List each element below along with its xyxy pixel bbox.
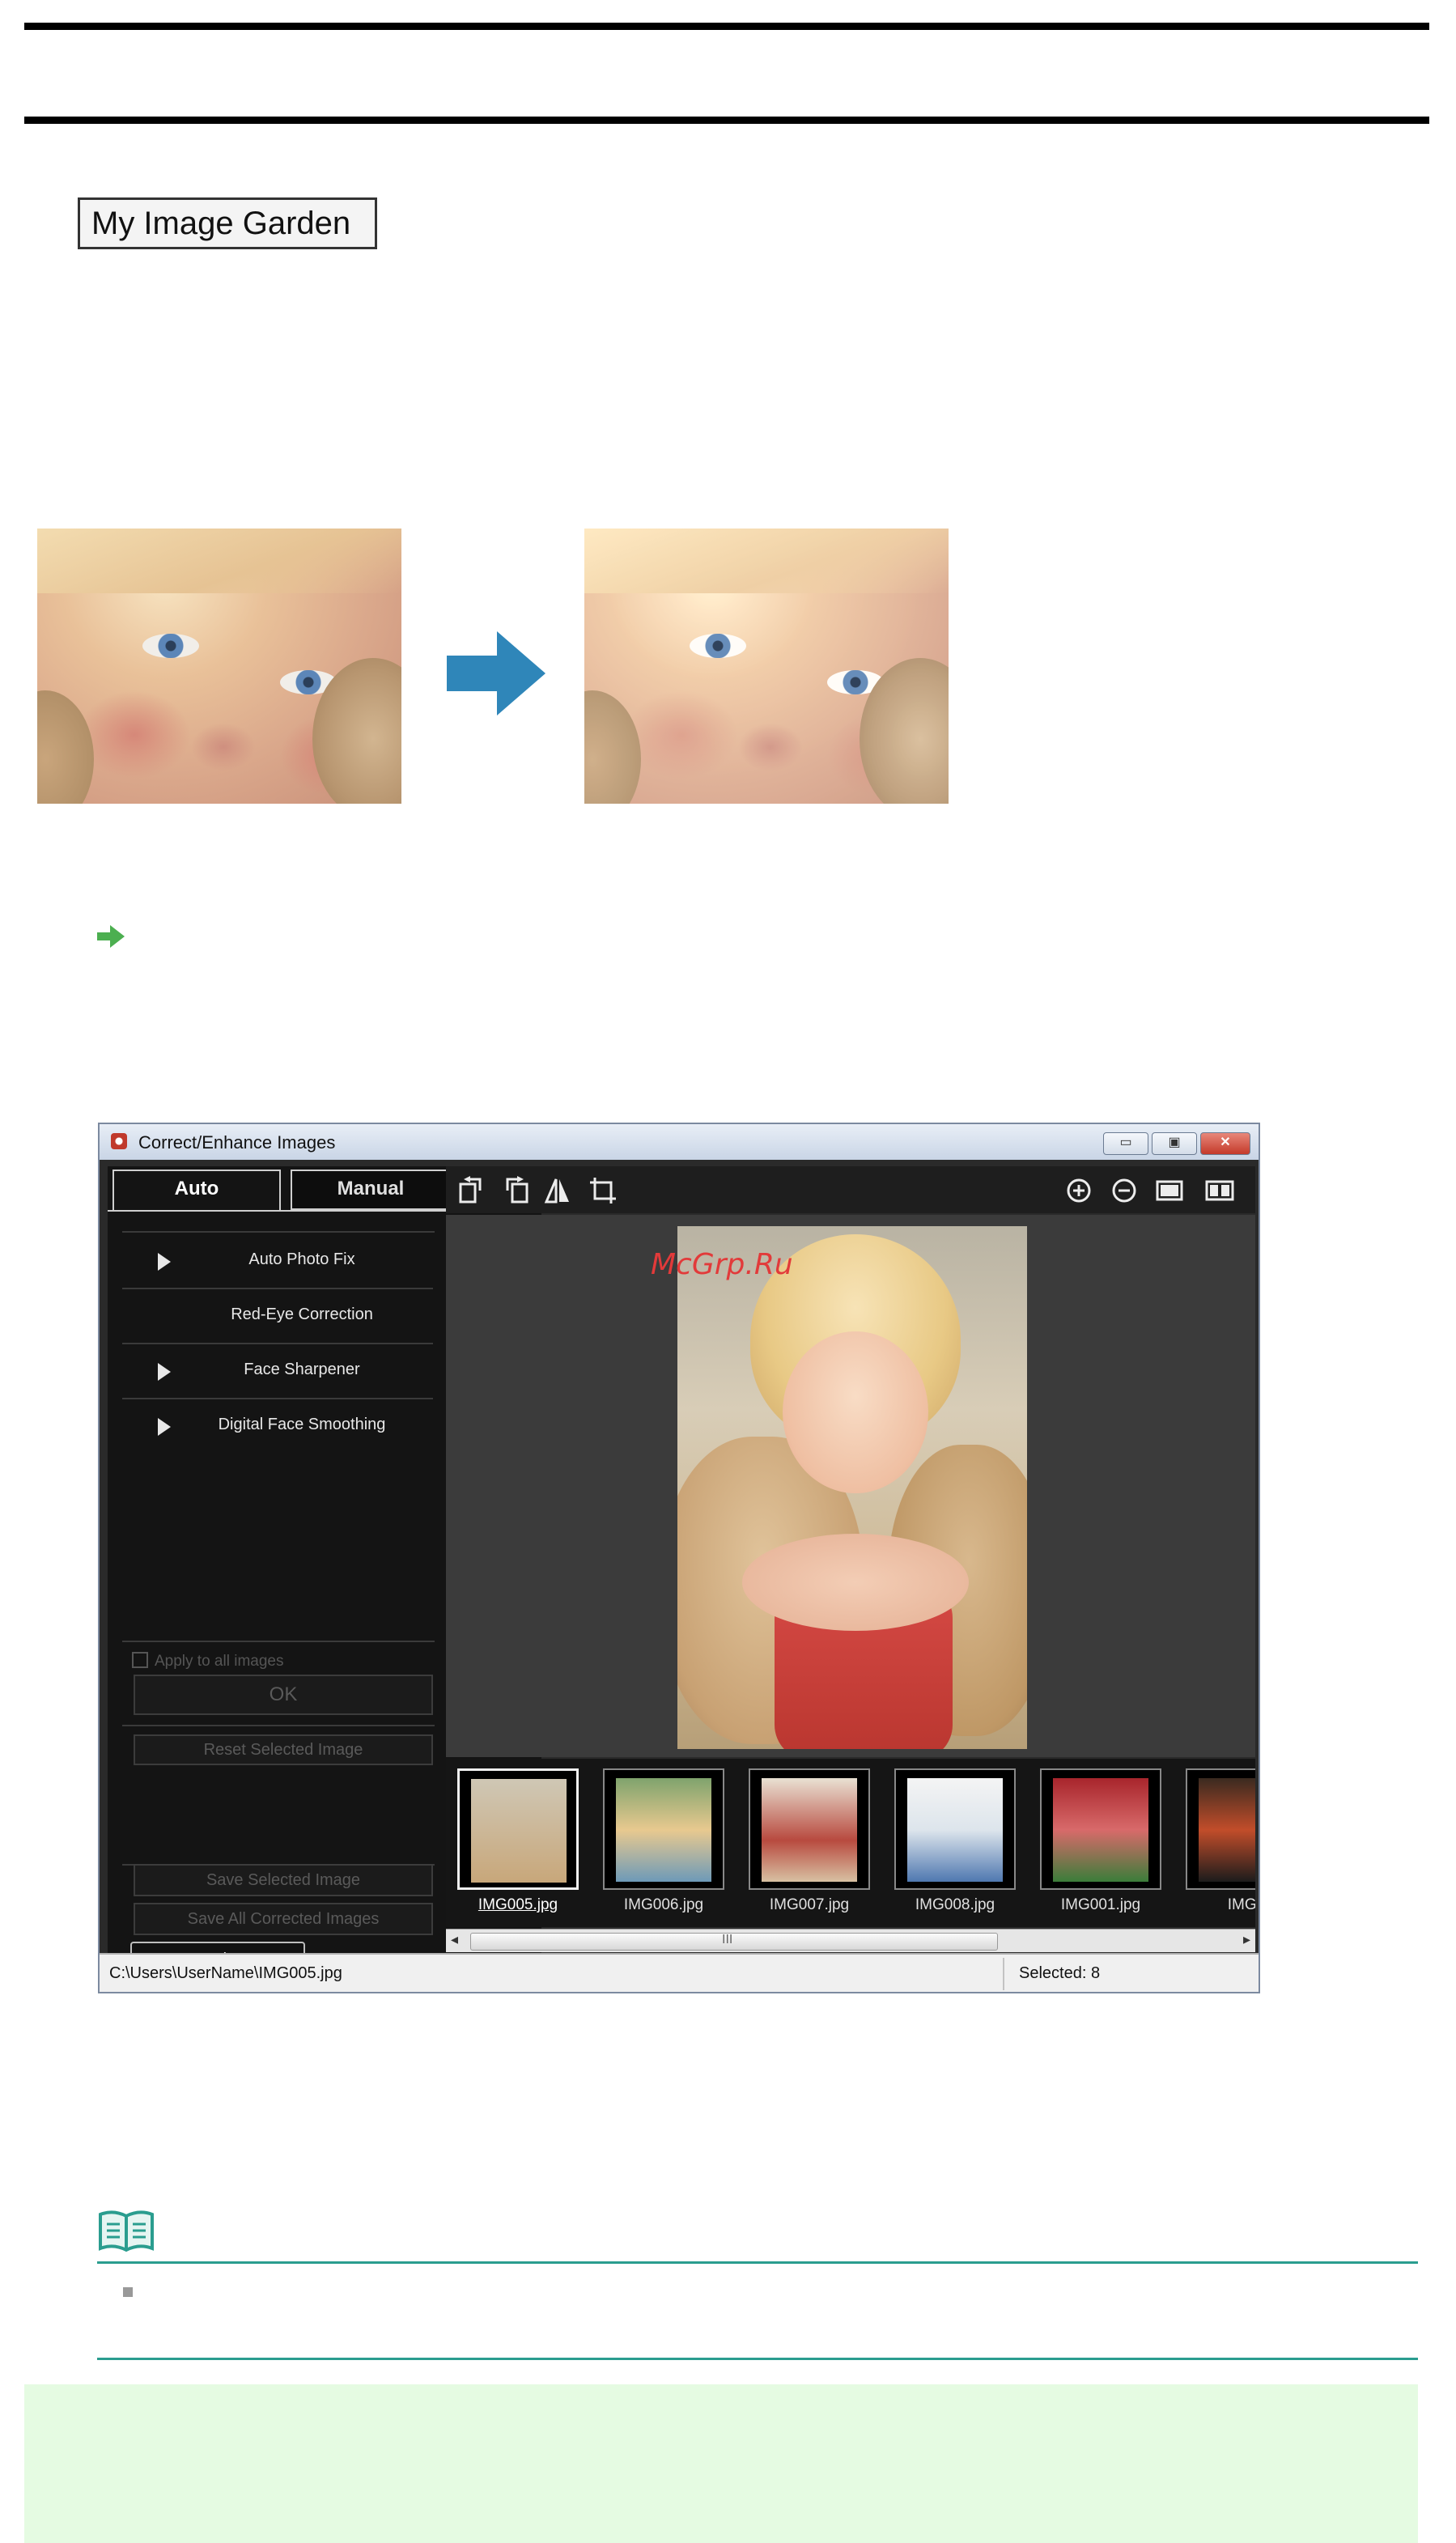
- save-all-corrected-images-button[interactable]: Save All Corrected Images: [134, 1903, 433, 1935]
- horizontal-scrollbar[interactable]: ◂ III ▸: [446, 1929, 1255, 1952]
- apply-to-all-checkbox[interactable]: Apply to all images: [132, 1652, 283, 1671]
- thumbnail[interactable]: [1040, 1768, 1161, 1890]
- note-bottom-rule: [97, 2358, 1418, 2360]
- thumbnail[interactable]: [603, 1768, 724, 1890]
- product-badge: My Image Garden: [78, 197, 377, 249]
- status-bar: C:\Users\UserName\IMG005.jpg Selected: 8: [100, 1953, 1259, 1992]
- tab-manual[interactable]: Manual: [291, 1170, 451, 1210]
- thumbnail[interactable]: [749, 1768, 870, 1890]
- fit-screen-icon[interactable]: [1155, 1176, 1184, 1205]
- minimize-button[interactable]: ▭: [1103, 1132, 1148, 1155]
- header-rule: [24, 117, 1429, 124]
- rotate-left-icon[interactable]: [457, 1176, 486, 1205]
- reset-selected-image-button[interactable]: Reset Selected Image: [134, 1734, 433, 1765]
- compare-view-icon[interactable]: [1205, 1176, 1234, 1205]
- image-toolbar: [446, 1166, 1255, 1213]
- rotate-right-icon[interactable]: [501, 1176, 530, 1205]
- thumbnail-label: IMG001.jpg: [1060, 1896, 1141, 1913]
- expand-arrow-icon[interactable]: [158, 1253, 171, 1271]
- thumbnail-label: IMG007.jpg: [769, 1896, 850, 1913]
- red-eye-correction-item[interactable]: Red-Eye Correction: [122, 1289, 433, 1344]
- bullet-icon: [123, 2287, 133, 2297]
- close-button[interactable]: ✕: [1200, 1132, 1250, 1155]
- scroll-left-icon[interactable]: ◂: [451, 1931, 458, 1948]
- top-rule: [24, 23, 1429, 30]
- expand-arrow-icon[interactable]: [158, 1363, 171, 1381]
- crop-icon[interactable]: [588, 1176, 618, 1205]
- scroll-right-icon[interactable]: ▸: [1243, 1931, 1250, 1948]
- thumbnail[interactable]: [894, 1768, 1016, 1890]
- face-sharpener-item[interactable]: Face Sharpener: [122, 1344, 433, 1399]
- zoom-out-icon[interactable]: [1110, 1176, 1139, 1205]
- note-top-rule: [97, 2261, 1418, 2264]
- tip-box: [24, 2384, 1418, 2543]
- tab-auto[interactable]: Auto: [112, 1170, 281, 1210]
- after-photo: [584, 529, 949, 804]
- file-path: C:\Users\UserName\IMG005.jpg: [109, 1964, 342, 1982]
- thumbnail-label: IMG006.jpg: [623, 1896, 704, 1913]
- preview-photo: [677, 1226, 1027, 1749]
- thumbnail[interactable]: [457, 1768, 579, 1890]
- ok-button[interactable]: OK: [134, 1675, 433, 1715]
- image-preview[interactable]: [446, 1215, 1255, 1757]
- thumbnail-label: IMG0: [1227, 1896, 1255, 1913]
- expand-arrow-icon[interactable]: [158, 1418, 171, 1436]
- scrollbar-thumb[interactable]: III: [470, 1933, 998, 1951]
- thumbnail[interactable]: [1186, 1768, 1255, 1890]
- link-arrow-icon[interactable]: [97, 925, 125, 948]
- save-selected-image-button[interactable]: Save Selected Image: [134, 1864, 433, 1896]
- thumbnail-label: IMG005.jpg: [478, 1896, 558, 1913]
- selected-count: Selected: 8: [1019, 1964, 1101, 1982]
- maximize-button[interactable]: ▣: [1152, 1132, 1197, 1155]
- window-title: Correct/Enhance Images: [138, 1132, 336, 1153]
- note-book-icon: [99, 2210, 154, 2252]
- app-icon: [111, 1133, 127, 1149]
- checkbox-icon[interactable]: [132, 1652, 148, 1668]
- thumbnail-strip: IMG005.jpg IMG006.jpg IMG007.jpg IMG008.…: [446, 1759, 1255, 1927]
- before-photo: [37, 529, 401, 804]
- digital-face-smoothing-item[interactable]: Digital Face Smoothing: [122, 1399, 433, 1453]
- flip-icon[interactable]: [543, 1176, 572, 1205]
- thumbnail-label: IMG008.jpg: [915, 1896, 995, 1913]
- auto-photo-fix-item[interactable]: Auto Photo Fix: [122, 1234, 433, 1289]
- title-bar[interactable]: Correct/Enhance Images ▭ ▣ ✕: [100, 1124, 1259, 1160]
- zoom-in-icon[interactable]: [1064, 1176, 1093, 1205]
- right-arrow-icon: [447, 631, 545, 715]
- watermark: McGrp.Ru: [651, 1248, 793, 1281]
